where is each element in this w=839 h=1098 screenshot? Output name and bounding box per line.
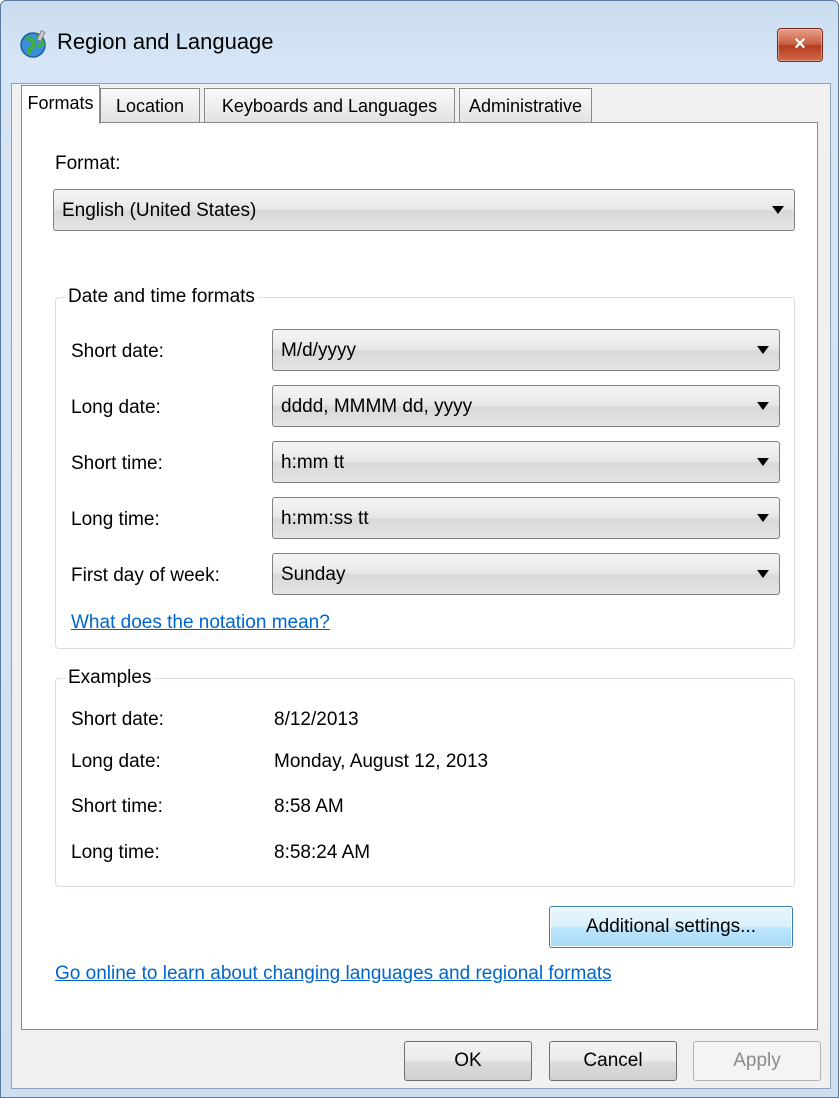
short-time-value: h:mm tt — [281, 452, 345, 473]
close-icon[interactable]: × — [794, 33, 806, 55]
first-day-of-week-dropdown[interactable]: Sunday — [272, 553, 780, 595]
short-time-label: Short time: — [71, 453, 163, 474]
tab-formats[interactable]: Formats — [21, 85, 100, 124]
example-short-date-label: Short date: — [71, 709, 164, 730]
long-date-label: Long date: — [71, 397, 161, 418]
long-date-dropdown[interactable]: dddd, MMMM dd, yyyy — [272, 385, 780, 427]
chevron-down-icon — [757, 346, 769, 354]
short-time-dropdown[interactable]: h:mm tt — [272, 441, 780, 483]
long-date-value: dddd, MMMM dd, yyyy — [281, 396, 473, 417]
long-time-value: h:mm:ss tt — [281, 508, 369, 529]
example-short-time-label: Short time: — [71, 796, 163, 817]
first-day-of-week-value: Sunday — [281, 564, 346, 585]
cancel-button[interactable]: Cancel — [549, 1041, 677, 1081]
title-bar[interactable]: Region and Language × — [1, 1, 838, 83]
tab-keyboards-and-languages[interactable]: Keyboards and Languages — [204, 88, 455, 122]
example-long-time-value: 8:58:24 AM — [274, 842, 371, 863]
apply-button[interactable]: Apply — [693, 1041, 821, 1081]
chevron-down-icon — [757, 514, 769, 522]
region-language-dialog: Region and Language × Formats Location K… — [0, 0, 839, 1098]
chevron-down-icon — [757, 402, 769, 410]
example-long-date-label: Long date: — [71, 751, 161, 772]
chevron-down-icon — [757, 570, 769, 578]
long-time-label: Long time: — [71, 509, 160, 530]
notation-help-link[interactable]: What does the notation mean? — [71, 612, 330, 634]
ok-button[interactable]: OK — [404, 1041, 532, 1081]
example-short-date-value: 8/12/2013 — [274, 709, 359, 730]
examples-title: Examples — [65, 667, 155, 689]
examples-group — [55, 678, 795, 887]
first-day-of-week-label: First day of week: — [71, 565, 220, 586]
tab-location[interactable]: Location — [100, 88, 200, 122]
tab-administrative[interactable]: Administrative — [459, 88, 592, 122]
format-label: Format: — [55, 153, 121, 174]
globe-icon — [20, 30, 46, 58]
short-date-value: M/d/yyyy — [281, 340, 356, 361]
chevron-down-icon — [772, 206, 784, 214]
window-title: Region and Language — [57, 29, 274, 54]
short-date-dropdown[interactable]: M/d/yyyy — [272, 329, 780, 371]
additional-settings-button[interactable]: Additional settings... — [549, 906, 793, 948]
date-time-formats-title: Date and time formats — [65, 286, 258, 308]
format-value: English (United States) — [62, 200, 257, 221]
chevron-down-icon — [757, 458, 769, 466]
online-help-link[interactable]: Go online to learn about changing langua… — [55, 963, 612, 985]
example-long-time-label: Long time: — [71, 842, 160, 863]
example-long-date-value: Monday, August 12, 2013 — [274, 751, 489, 772]
example-short-time-value: 8:58 AM — [274, 796, 344, 817]
close-button[interactable]: × — [777, 28, 823, 62]
short-date-label: Short date: — [71, 341, 164, 362]
format-dropdown[interactable]: English (United States) — [53, 189, 795, 231]
long-time-dropdown[interactable]: h:mm:ss tt — [272, 497, 780, 539]
